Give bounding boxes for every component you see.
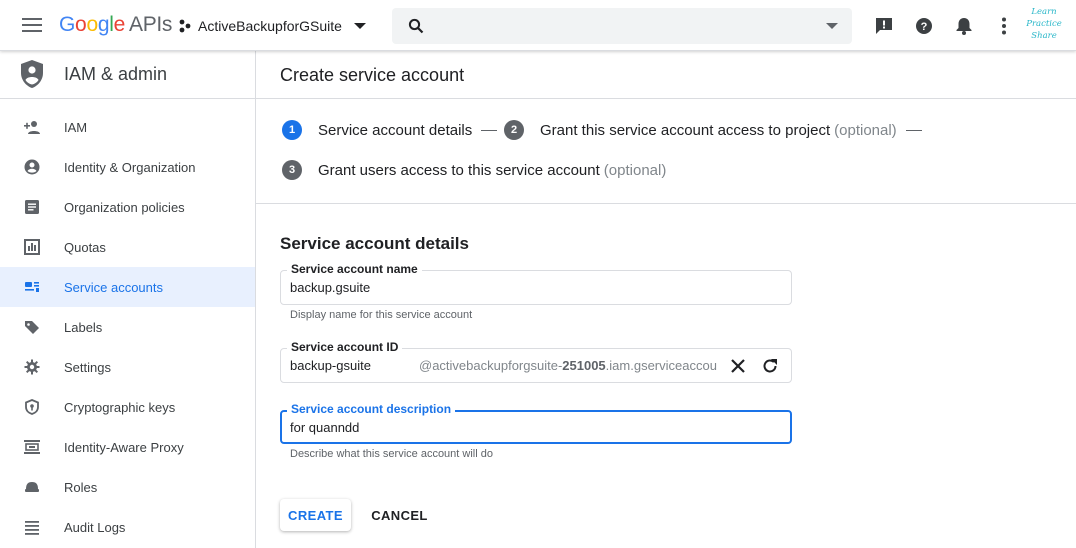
project-selector[interactable]: ActiveBackupforGSuite <box>178 14 366 38</box>
project-hub-icon <box>179 19 191 33</box>
article-icon <box>25 200 39 214</box>
service-account-name-input[interactable] <box>290 280 780 295</box>
sidebar-item-organization-policies[interactable]: Organization policies <box>0 187 255 227</box>
watermark-line-2: Practice <box>1026 19 1062 29</box>
sidebar-item-label: Service accounts <box>64 280 163 295</box>
iam-shield-icon <box>21 60 43 88</box>
logo-apis-text: APIs <box>128 13 173 36</box>
sidebar-item-label: IAM <box>64 120 88 135</box>
stepper-step-3[interactable]: 3 Grant users access to this service acc… <box>282 160 666 180</box>
service-account-icon <box>25 282 39 292</box>
step-optional: (optional) <box>834 121 897 139</box>
step-label: Service account details <box>318 121 473 139</box>
field-label: Service account name <box>287 262 422 276</box>
sidebar-item-labels[interactable]: Labels <box>0 307 255 347</box>
sidebar-item-label: Labels <box>64 320 103 335</box>
page-title: Create service account <box>280 65 465 85</box>
section-title: Service account details <box>280 234 469 253</box>
clear-icon[interactable] <box>728 356 748 376</box>
stepper-step-1[interactable]: 1 Service account details <box>282 120 498 140</box>
sidebar-item-label: Roles <box>64 480 98 495</box>
refresh-icon[interactable] <box>760 356 780 376</box>
sidebar-item-audit-logs[interactable]: Audit Logs <box>0 507 255 547</box>
service-account-id-field[interactable]: Service account ID @activebackupforgsuit… <box>280 340 792 383</box>
sidebar-item-identity-organization[interactable]: Identity & Organization <box>0 147 255 187</box>
stepper-divider <box>256 203 1076 204</box>
step-optional: (optional) <box>603 161 667 179</box>
sidebar-item-label: Identity-Aware Proxy <box>64 440 184 455</box>
search-dropdown-icon[interactable] <box>826 23 838 29</box>
feedback-icon[interactable] <box>874 15 894 37</box>
service-account-name-field[interactable]: Service account name <box>280 262 792 305</box>
chevron-down-icon <box>353 23 366 29</box>
sidebar-item-label: Organization policies <box>64 200 185 215</box>
help-icon[interactable]: ? <box>914 15 934 37</box>
quota-icon <box>24 239 40 255</box>
sidebar-item-quotas[interactable]: Quotas <box>0 227 255 267</box>
sidebar-item-label: Identity & Organization <box>64 160 196 175</box>
search-input[interactable] <box>432 8 812 44</box>
id-domain-suffix: @activebackupforgsuite-251005.iam.gservi… <box>419 358 717 373</box>
google-apis-logo[interactable]: Google APIs <box>59 12 172 38</box>
menu-icon[interactable] <box>22 17 42 33</box>
proxy-icon <box>24 440 40 454</box>
suffix-prefix: @activebackupforgsuite- <box>419 358 563 373</box>
sidebar-item-label: Audit Logs <box>64 520 126 535</box>
watermark-line-3: Share <box>1031 31 1057 41</box>
suffix-project-number: 251005 <box>562 358 606 373</box>
sidebar-title: IAM & admin <box>64 64 168 84</box>
gear-icon <box>24 359 40 375</box>
stepper-step-2[interactable]: 2 Grant this service account access to p… <box>504 120 922 140</box>
notifications-icon[interactable] <box>954 15 974 37</box>
sidebar-item-identity-aware-proxy[interactable]: Identity-Aware Proxy <box>0 427 255 467</box>
watermark-text: Learn Practice Share <box>1022 6 1066 42</box>
sidebar-item-iam[interactable]: IAM <box>0 107 255 147</box>
watermark-line-1: Learn <box>1031 7 1057 17</box>
step-label: Grant this service account access to pro… <box>540 121 831 139</box>
create-button[interactable]: CREATE <box>280 499 351 531</box>
sidebar: IAM & admin IAM Identity & Organization … <box>0 51 256 548</box>
step-number: 2 <box>504 120 524 140</box>
roles-icon <box>25 482 39 492</box>
field-label: Service account description <box>287 402 456 416</box>
service-account-description-field[interactable]: Service account description <box>280 402 792 444</box>
step-label: Grant users access to this service accou… <box>318 161 600 179</box>
top-bar: Google APIs ActiveBackupforGSuite ? Learn… <box>0 0 1076 51</box>
sidebar-item-label: Settings <box>64 360 111 375</box>
person-add-icon <box>24 121 40 134</box>
sidebar-nav: IAM Identity & Organization Organization… <box>0 107 255 547</box>
step-number: 1 <box>282 120 302 140</box>
sidebar-item-label: Quotas <box>64 240 106 255</box>
project-name: ActiveBackupforGSuite <box>198 18 342 34</box>
search-icon <box>408 18 424 34</box>
name-hint: Display name for this service account <box>290 309 473 321</box>
account-circle-icon <box>24 159 40 175</box>
sidebar-item-label: Cryptographic keys <box>64 400 176 415</box>
shield-key-icon <box>25 399 39 415</box>
suffix-end: .iam.gserviceaccou <box>605 358 717 373</box>
sidebar-item-roles[interactable]: Roles <box>0 467 255 507</box>
main-content: Create service account 1 Service account… <box>256 51 1076 548</box>
sidebar-item-cryptographic-keys[interactable]: Cryptographic keys <box>0 387 255 427</box>
svg-text:?: ? <box>921 21 928 33</box>
step-connector <box>481 129 498 131</box>
sidebar-item-settings[interactable]: Settings <box>0 347 255 387</box>
field-label: Service account ID <box>287 340 403 354</box>
more-vert-icon[interactable] <box>994 15 1014 37</box>
label-icon <box>25 321 39 334</box>
sidebar-item-service-accounts[interactable]: Service accounts <box>0 267 255 307</box>
step-number: 3 <box>282 160 302 180</box>
list-icon <box>25 521 39 535</box>
cancel-button[interactable]: CANCEL <box>363 499 436 531</box>
sidebar-header: IAM & admin <box>0 51 255 99</box>
service-account-description-input[interactable] <box>290 420 780 435</box>
service-account-id-input[interactable] <box>290 358 410 373</box>
search-bar[interactable] <box>392 8 852 44</box>
description-hint: Describe what this service account will … <box>290 448 493 460</box>
step-connector <box>905 129 922 131</box>
header-divider <box>256 98 1076 99</box>
